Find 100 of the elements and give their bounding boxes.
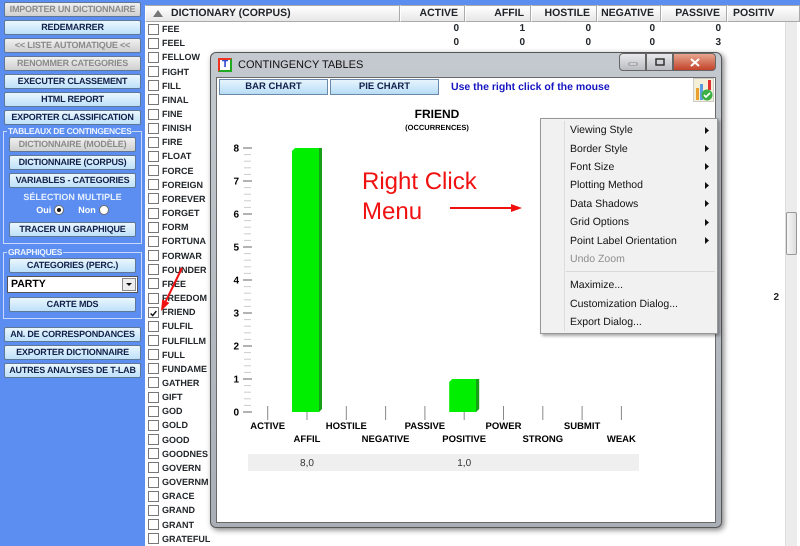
menu-item[interactable]: Customization Dialog... (541, 294, 717, 313)
table-cell: GIFT (162, 392, 182, 402)
sidebar-button[interactable]: TRACER UN GRAPHIQUE (9, 222, 136, 237)
checkbox[interactable] (148, 122, 159, 134)
checkbox[interactable] (148, 108, 159, 120)
maximize-icon[interactable] (654, 58, 664, 66)
column-header[interactable]: NEGATIVE (597, 5, 661, 22)
table-cell: FINAL (162, 94, 188, 105)
table-cell-text: 3 (714, 37, 722, 50)
menu-item[interactable]: Viewing Style (541, 121, 717, 140)
axis-label: 6 (233, 210, 239, 220)
axis-label: SUBMIT (564, 421, 600, 432)
column-header[interactable]: DICTIONARY (CORPUS) (145, 5, 400, 22)
checkbox[interactable] (148, 193, 159, 204)
sidebar-button[interactable]: EXPORTER DICTIONNAIRE (4, 345, 141, 360)
table-cell-text: 0 (648, 23, 656, 36)
checkbox[interactable] (148, 24, 159, 35)
checkbox[interactable] (148, 533, 159, 544)
column-header[interactable]: ACTIVE (400, 5, 465, 22)
sidebar-button[interactable]: EXPORTER CLASSIFICATION (4, 110, 141, 125)
scrollbar[interactable] (785, 22, 797, 546)
window-title: CONTINGENCY TABLES (238, 58, 364, 72)
axis-label: 4 (233, 276, 239, 286)
column-header[interactable]: POSITIV (727, 5, 800, 22)
checkbox[interactable] (148, 94, 159, 106)
checkbox[interactable] (148, 236, 159, 247)
checkbox[interactable] (148, 320, 159, 332)
scrollbar-thumb[interactable] (786, 212, 797, 255)
column-header[interactable]: PASSIVE (661, 5, 727, 22)
checkbox[interactable] (148, 250, 159, 262)
table-cell: GOD (162, 406, 183, 416)
checkbox[interactable] (148, 292, 159, 304)
menu-item[interactable]: Border Style (541, 139, 717, 158)
checkbox[interactable] (148, 448, 159, 460)
checkbox[interactable] (148, 363, 159, 374)
checkbox[interactable] (148, 52, 159, 63)
close-icon[interactable] (690, 58, 700, 66)
dropdown[interactable]: PARTY (7, 276, 138, 293)
checkbox[interactable] (148, 335, 159, 346)
table-cell: FRIEND (162, 307, 196, 318)
sidebar-button[interactable]: VARIABLES - CATEGORIES (9, 173, 136, 188)
checkbox[interactable] (148, 264, 159, 276)
sidebar-button[interactable]: DICTIONNAIRE (CORPUS) (9, 155, 136, 170)
sort-icon[interactable] (153, 10, 163, 17)
chart-type-button[interactable]: PIE CHART (330, 79, 439, 95)
checkbox[interactable] (148, 179, 159, 190)
radio-button[interactable] (54, 205, 64, 215)
menu-item[interactable]: Font Size (541, 158, 717, 176)
checkbox[interactable] (148, 80, 159, 92)
sidebar-button[interactable]: AUTRES ANALYSES DE T-LAB (4, 363, 141, 378)
sidebar-button[interactable]: CARTE MDS (9, 297, 136, 312)
table-cell: FULL (162, 350, 185, 360)
checkbox[interactable] (148, 278, 159, 290)
column-header[interactable]: AFFIL (465, 5, 531, 22)
checkbox[interactable] (148, 519, 159, 530)
table-cell: FOREIGN (162, 180, 204, 190)
checkbox[interactable] (148, 392, 159, 403)
table-cell-text: 0 (452, 23, 460, 36)
checkbox[interactable] (148, 349, 159, 360)
checkbox[interactable] (148, 66, 159, 78)
checkbox[interactable] (148, 165, 159, 176)
checkbox[interactable] (148, 150, 159, 162)
column-header[interactable]: HOSTILE (531, 5, 597, 22)
checkbox[interactable] (148, 222, 159, 233)
table-cell: FLOAT (162, 151, 192, 162)
menu-item[interactable]: Maximize... (541, 276, 717, 295)
checkbox[interactable] (148, 377, 159, 388)
axis-label: 7 (233, 176, 239, 188)
minimize-button[interactable] (619, 53, 646, 71)
checkbox[interactable] (148, 476, 159, 488)
checkbox[interactable] (148, 208, 159, 219)
maximize-button[interactable] (646, 53, 673, 71)
checkbox[interactable] (148, 406, 159, 417)
group-title: TABLEAUX DE CONTINGENCES (7, 125, 132, 137)
checkbox[interactable] (148, 434, 159, 446)
radio-button[interactable] (98, 205, 109, 215)
sidebar-button[interactable]: EXECUTER CLASSEMENT (4, 74, 141, 89)
sidebar-button[interactable]: AN. DE CORRESPONDANCES (4, 327, 141, 342)
checkbox[interactable] (148, 504, 159, 516)
sidebar-button[interactable]: REDEMARRER (4, 20, 141, 35)
table-cell: FORWAR (162, 250, 202, 261)
menu-item[interactable]: Point Label Orientation (541, 231, 717, 250)
checkbox[interactable] (148, 306, 159, 318)
checkbox[interactable] (148, 420, 159, 431)
checkbox[interactable] (148, 462, 159, 474)
table-cell-text: 0 (518, 37, 526, 50)
sidebar-button[interactable]: CATEGORIES (PERC.) (9, 258, 136, 273)
menu-item[interactable]: Data Shadows (541, 194, 717, 213)
checkbox[interactable] (148, 38, 159, 49)
menu-item[interactable]: Export Dialog... (541, 312, 717, 332)
close-button[interactable] (673, 53, 716, 71)
caret-icon[interactable] (122, 278, 136, 291)
table-cell: GOVERNM (162, 477, 209, 488)
menu-item[interactable]: Grid Options (541, 212, 717, 232)
sidebar-button[interactable]: HTML REPORT (4, 92, 141, 107)
checkbox[interactable] (148, 490, 159, 502)
chart-icon[interactable] (693, 78, 714, 102)
chart-type-button[interactable]: BAR CHART (219, 79, 328, 95)
menu-item[interactable]: Plotting Method (541, 176, 717, 195)
checkbox[interactable] (148, 136, 159, 148)
